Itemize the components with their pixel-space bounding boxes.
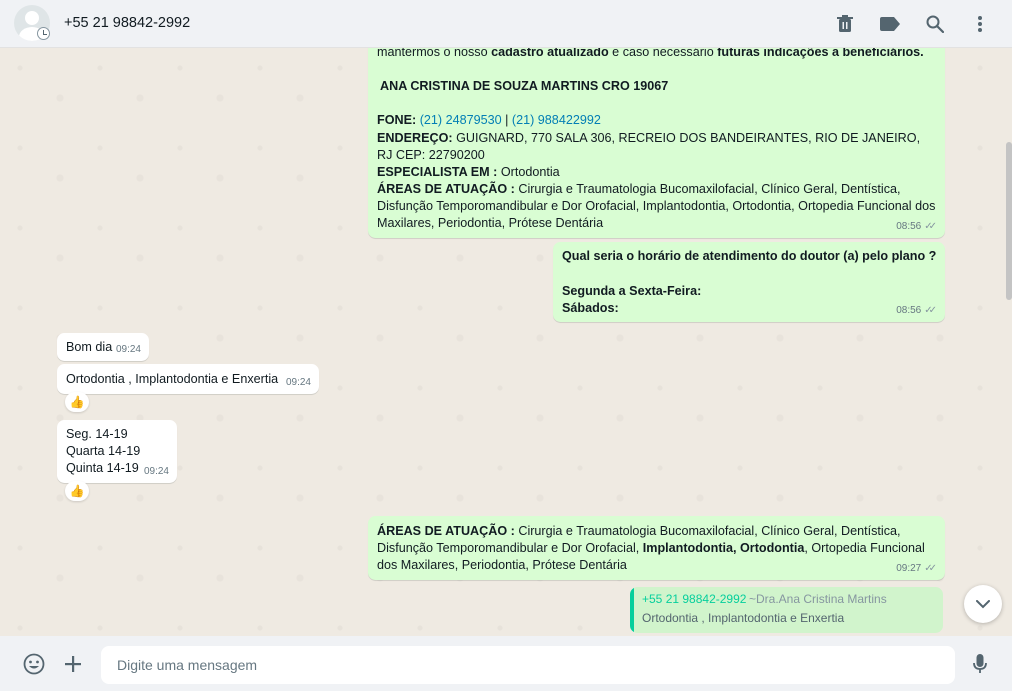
double-check-icon: ✓✓ bbox=[924, 563, 937, 574]
double-check-icon: ✓✓ bbox=[924, 221, 937, 232]
address-text: GUIGNARD, 770 SALA 306, RECREIO DOS BAND… bbox=[377, 131, 921, 162]
message-text: ANA CRISTINA DE SOUZA MARTINS CRO 19067 bbox=[380, 78, 668, 95]
message-time: 08:56 bbox=[896, 305, 922, 316]
message-bold-segment: futuras indicações a beneficiários. bbox=[717, 48, 924, 59]
message-time: 08:56 bbox=[896, 221, 922, 232]
message-text: Sábados: bbox=[562, 300, 619, 317]
message-text: Segunda a Sexta-Feira: bbox=[562, 283, 701, 300]
message-time: 09:27 bbox=[896, 563, 922, 574]
message-meta: 09:24 bbox=[116, 341, 141, 358]
message-text: mantermos o nosso cadastro atualizado e … bbox=[377, 48, 937, 61]
message-outgoing[interactable]: ÁREAS DE ATUAÇÃO : Cirurgia e Traumatolo… bbox=[368, 516, 945, 580]
chevron-down-icon bbox=[976, 599, 990, 608]
double-check-icon: ✓✓ bbox=[924, 305, 937, 316]
attach-plus-icon[interactable] bbox=[61, 652, 85, 676]
message-text-segment: e caso necessário bbox=[608, 48, 718, 59]
message-incoming[interactable]: Seg. 14-19 Quarta 14-19 Quinta 14-19 09:… bbox=[57, 420, 177, 483]
dentist-name-line: ANA CRISTINA DE SOUZA MARTINS CRO 19067 bbox=[380, 79, 669, 93]
quoted-text: Ortodontia , Implantodontia e Enxertia bbox=[642, 611, 845, 625]
specialist-text: Ortodontia bbox=[497, 165, 560, 179]
contact-name[interactable]: +55 21 98842-2992 bbox=[64, 15, 190, 31]
message-incoming[interactable]: Ortodontia , Implantodontia e Enxertia 0… bbox=[57, 364, 319, 394]
quoted-push-name: ~Dra.Ana Cristina Martins bbox=[749, 592, 887, 606]
microphone-icon[interactable] bbox=[968, 652, 992, 676]
menu-icon[interactable] bbox=[968, 12, 992, 36]
message-text: Bom dia bbox=[66, 340, 113, 354]
message-text: ÁREAS DE ATUAÇÃO : Cirurgia e Traumatolo… bbox=[377, 523, 937, 574]
message-bold-segment: Sábados: bbox=[562, 301, 619, 315]
scroll-to-bottom-button[interactable] bbox=[964, 585, 1002, 623]
avatar-head-shape bbox=[25, 11, 39, 25]
message-outgoing[interactable]: Qual seria o horário de atendimento do d… bbox=[553, 242, 945, 322]
reaction-thumbs-up-icon[interactable]: 👍 bbox=[65, 481, 89, 501]
compose-bar bbox=[0, 636, 1012, 691]
chat-header: +55 21 98842-2992 bbox=[0, 0, 1012, 48]
message-text: ÁREAS DE ATUAÇÃO : Cirurgia e Traumatolo… bbox=[377, 181, 937, 232]
message-text: FONE: (21) 24879530 | (21) 988422992 bbox=[377, 112, 937, 129]
phone-label: FONE: bbox=[377, 113, 417, 127]
message-text: Seg. 14-19 bbox=[66, 427, 128, 441]
message-bold-segment: , bbox=[733, 541, 741, 555]
chat-scrollbar[interactable] bbox=[1004, 48, 1012, 636]
message-incoming[interactable]: Bom dia 09:24 bbox=[57, 333, 149, 361]
message-meta: 08:56 ✓✓ bbox=[896, 218, 937, 235]
message-bold-segment: Ortodontia bbox=[740, 541, 805, 555]
phone-link[interactable]: (21) 988422992 bbox=[512, 113, 601, 127]
message-text: Quarta 14-19 bbox=[66, 444, 141, 458]
message-text: Qual seria o horário de atendimento do d… bbox=[562, 248, 936, 265]
message-outgoing[interactable]: mantermos o nosso cadastro atualizado e … bbox=[368, 48, 945, 238]
message-bold-segment: Segunda a Sexta-Feira: bbox=[562, 284, 702, 298]
message-time: 09:24 bbox=[143, 466, 169, 477]
message-time: 09:24 bbox=[285, 377, 311, 388]
areas-label: ÁREAS DE ATUAÇÃO : bbox=[377, 524, 515, 538]
message-bold-segment: cadastro atualizado bbox=[491, 48, 609, 59]
areas-label: ÁREAS DE ATUAÇÃO : bbox=[377, 182, 515, 196]
message-text-segment: mantermos o nosso bbox=[377, 48, 492, 59]
message-bold-segment: Implantodontia bbox=[642, 541, 734, 555]
message-text: ENDEREÇO: GUIGNARD, 770 SALA 306, RECREI… bbox=[377, 130, 937, 164]
message-meta: 09:24 bbox=[286, 374, 311, 391]
label-icon[interactable] bbox=[878, 12, 902, 36]
emoji-icon[interactable] bbox=[22, 652, 46, 676]
message-meta: 08:56 ✓✓ bbox=[896, 302, 937, 319]
message-meta: 09:24 bbox=[144, 463, 169, 480]
clock-icon bbox=[37, 27, 50, 40]
phone-separator: | bbox=[501, 113, 512, 127]
message-time: 09:24 bbox=[115, 344, 141, 355]
search-icon[interactable] bbox=[923, 12, 947, 36]
phone-link[interactable]: (21) 24879530 bbox=[420, 113, 502, 127]
specialist-label: ESPECIALISTA EM : bbox=[377, 165, 498, 179]
message-bold-segment: Qual seria o horário de atendimento do d… bbox=[562, 249, 937, 263]
quoted-message[interactable]: +55 21 98842-2992 ~Dra.Ana Cristina Mart… bbox=[630, 587, 943, 633]
message-text: Ortodontia , Implantodontia e Enxertia bbox=[66, 372, 279, 386]
message-text: ESPECIALISTA EM : Ortodontia bbox=[377, 164, 937, 181]
address-label: ENDEREÇO: bbox=[377, 131, 453, 145]
quoted-author: +55 21 98842-2992 bbox=[642, 592, 747, 606]
trash-icon[interactable] bbox=[833, 12, 857, 36]
scrollbar-thumb[interactable] bbox=[1006, 142, 1012, 300]
message-input[interactable] bbox=[101, 646, 955, 684]
message-meta: 09:27 ✓✓ bbox=[896, 560, 937, 577]
conversation-panel[interactable]: mantermos o nosso cadastro atualizado e … bbox=[0, 48, 1012, 636]
reaction-thumbs-up-icon[interactable]: 👍 bbox=[65, 392, 89, 412]
message-text: Quinta 14-19 bbox=[66, 461, 139, 475]
